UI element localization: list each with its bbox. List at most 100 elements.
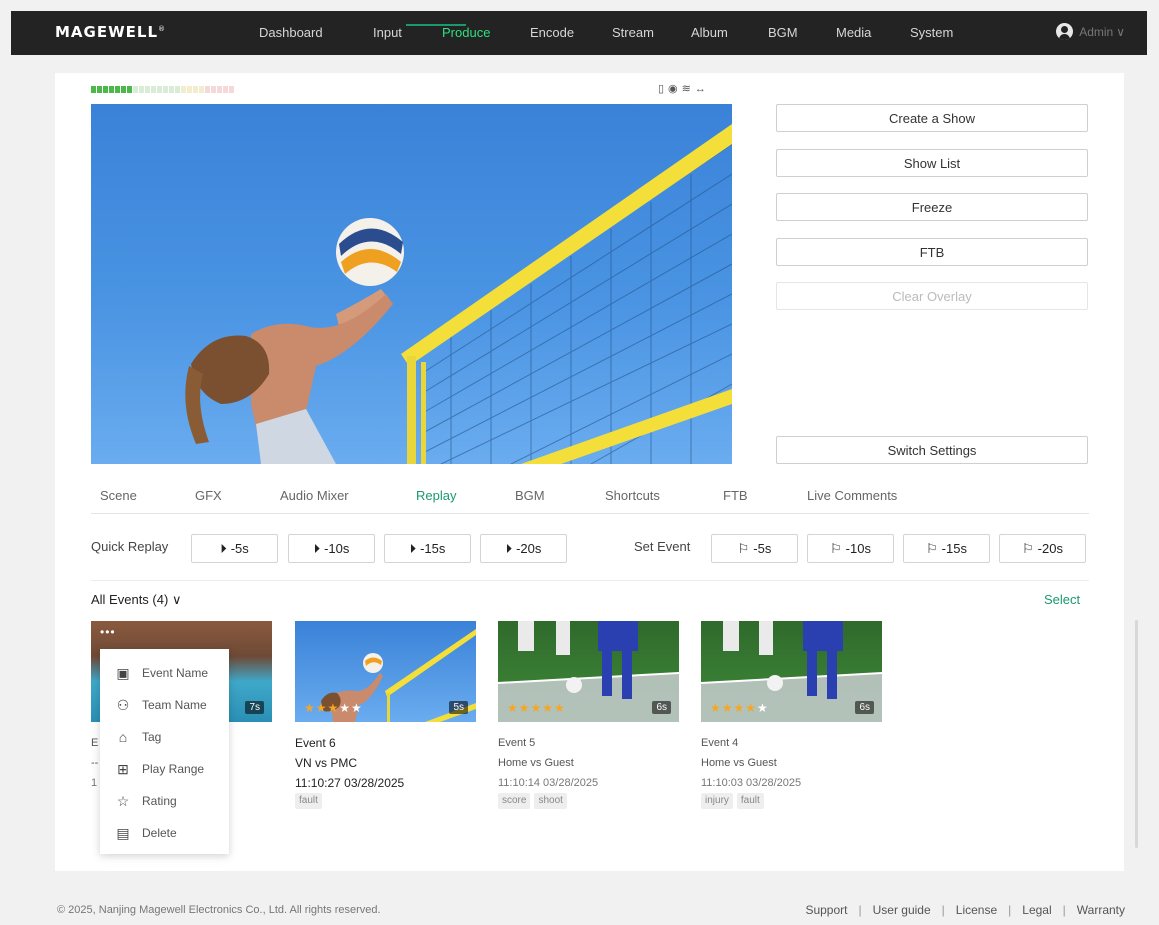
event-tag: shoot xyxy=(534,793,567,809)
tab-bgm[interactable]: BGM xyxy=(515,488,545,503)
magewell-logo[interactable]: MAGEWELL® xyxy=(55,23,166,41)
tag-icon: ⌂ xyxy=(118,729,128,745)
quick-replay-10s-button[interactable]: ⏵ -10s xyxy=(288,534,375,563)
user-avatar-icon xyxy=(1056,23,1074,40)
program-preview xyxy=(91,104,732,464)
replay-icon: ⏵ xyxy=(505,540,513,556)
events-scrollbar[interactable] xyxy=(1135,620,1138,848)
event-tag: injury xyxy=(701,793,733,809)
quick-replay-20s-button[interactable]: ⏵ -20s xyxy=(480,534,567,563)
event-meta: Event 5 Home vs Guest 11:10:14 03/28/202… xyxy=(498,733,598,809)
footer-link-license[interactable]: License xyxy=(956,903,997,917)
event-title: Event 4 xyxy=(701,737,739,749)
button-label: -10s xyxy=(845,541,871,556)
event-name-icon: ▣ xyxy=(116,664,130,681)
event-tag: score xyxy=(498,793,531,809)
set-event-5s-button[interactable]: ⚐ -5s xyxy=(711,534,798,563)
flag-icon: ⚐ xyxy=(1022,540,1034,556)
chevron-down-icon: ∨ xyxy=(171,592,182,607)
menu-item-rating[interactable]: ☆ Rating xyxy=(100,785,229,817)
user-menu[interactable]: Admin ∨ xyxy=(1056,23,1125,40)
status-icons: ▯◉≋↔ xyxy=(658,83,710,95)
trash-icon: ▤ xyxy=(116,824,130,841)
nav-encode[interactable]: Encode xyxy=(530,25,574,40)
replay-icon: ⏵ xyxy=(409,540,417,556)
freeze-button[interactable]: Freeze xyxy=(776,193,1088,221)
event-thumbnail[interactable]: ★★★★★ 6s xyxy=(701,621,882,722)
replay-icon: ⏵ xyxy=(313,540,321,556)
user-name: Admin xyxy=(1079,24,1114,39)
create-show-button[interactable]: Create a Show xyxy=(776,104,1088,132)
menu-item-team-name[interactable]: ⚇ Team Name xyxy=(100,689,229,721)
event-time: 11:10:27 03/28/2025 xyxy=(295,776,405,790)
event-teams: -- xyxy=(91,757,99,769)
set-event-10s-button[interactable]: ⚐ -10s xyxy=(807,534,894,563)
logo-mark: ® xyxy=(158,25,167,33)
button-label: -5s xyxy=(753,541,772,556)
set-event-15s-button[interactable]: ⚐ -15s xyxy=(903,534,990,563)
footer-link-warranty[interactable]: Warranty xyxy=(1077,903,1125,917)
nav-dashboard[interactable]: Dashboard xyxy=(259,25,323,40)
tab-scene[interactable]: Scene xyxy=(100,488,137,503)
nav-media[interactable]: Media xyxy=(836,25,871,40)
event-time: 11:10:14 03/28/2025 xyxy=(498,777,599,789)
tab-replay[interactable]: Replay xyxy=(416,488,456,503)
team-icon: ⚇ xyxy=(116,696,130,713)
footer-links: Support | User guide | License | Legal | War… xyxy=(805,903,1125,917)
audio-level-meter xyxy=(91,86,234,93)
tab-live-comments[interactable]: Live Comments xyxy=(807,488,897,503)
footer-link-user-guide[interactable]: User guide xyxy=(873,903,931,917)
menu-item-label: Delete xyxy=(142,826,177,840)
event-thumbnail[interactable]: ★★★★★ 5s xyxy=(295,621,476,722)
nav-bgm[interactable]: BGM xyxy=(768,25,798,40)
quick-replay-5s-button[interactable]: ⏵ -5s xyxy=(191,534,278,563)
menu-item-label: Team Name xyxy=(142,698,207,712)
set-event-20s-button[interactable]: ⚐ -20s xyxy=(999,534,1086,563)
footer-link-support[interactable]: Support xyxy=(805,903,847,917)
menu-item-event-name[interactable]: ▣ Event Name xyxy=(100,657,229,689)
tab-gfx[interactable]: GFX xyxy=(195,488,222,503)
footer-link-legal[interactable]: Legal xyxy=(1022,903,1051,917)
ftb-button[interactable]: FTB xyxy=(776,238,1088,266)
section-divider xyxy=(91,580,1089,581)
logo-text: MAGEWELL xyxy=(55,23,159,41)
menu-item-delete[interactable]: ▤ Delete xyxy=(100,817,229,849)
menu-item-tag[interactable]: ⌂ Tag xyxy=(100,721,229,753)
menu-item-label: Rating xyxy=(142,794,177,808)
nav-input[interactable]: Input xyxy=(373,25,402,40)
tab-ftb[interactable]: FTB xyxy=(723,488,748,503)
volleyball-scene-image xyxy=(185,124,732,464)
event-duration: 6s xyxy=(855,701,874,714)
events-filter-label: All Events (4) xyxy=(91,592,169,607)
show-list-button[interactable]: Show List xyxy=(776,149,1088,177)
set-event-label: Set Event xyxy=(634,539,691,554)
event-tag: fault xyxy=(295,793,322,809)
button-label: -5s xyxy=(230,541,249,556)
events-filter-dropdown[interactable]: All Events (4) ∨ xyxy=(91,592,181,608)
event-rating: ★★★★★ xyxy=(507,701,566,715)
tab-shortcuts[interactable]: Shortcuts xyxy=(605,488,660,503)
tab-audio-mixer[interactable]: Audio Mixer xyxy=(280,488,349,503)
event-duration: 6s xyxy=(652,701,671,714)
quick-replay-15s-button[interactable]: ⏵ -15s xyxy=(384,534,471,563)
separator: | xyxy=(1008,903,1012,917)
clear-overlay-button[interactable]: Clear Overlay xyxy=(776,282,1088,310)
button-label: -10s xyxy=(324,541,350,556)
button-label: -20s xyxy=(516,541,542,556)
event-rating: ★★★★★ xyxy=(710,701,769,715)
nav-album[interactable]: Album xyxy=(691,25,728,40)
event-rating: ★★★★★ xyxy=(304,701,363,715)
nav-stream[interactable]: Stream xyxy=(612,25,654,40)
event-teams: Home vs Guest xyxy=(701,757,777,769)
nav-system[interactable]: System xyxy=(910,25,953,40)
event-title: E xyxy=(91,737,99,749)
menu-item-label: Play Range xyxy=(142,762,205,776)
switch-settings-button[interactable]: Switch Settings xyxy=(776,436,1088,464)
flag-icon: ⚐ xyxy=(737,540,750,556)
more-icon[interactable]: ••• xyxy=(100,625,116,639)
nav-produce[interactable]: Produce xyxy=(442,25,490,40)
event-thumbnail[interactable]: ★★★★★ 6s xyxy=(498,621,679,722)
flag-icon: ⚐ xyxy=(830,540,842,556)
select-link[interactable]: Select xyxy=(1044,592,1080,607)
menu-item-play-range[interactable]: ⊞ Play Range xyxy=(100,753,229,785)
